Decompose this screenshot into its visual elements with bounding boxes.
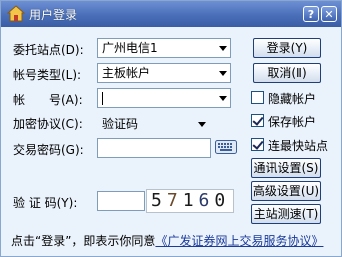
keyboard-icon[interactable] xyxy=(215,139,237,155)
cancel-button[interactable]: 取消(Ⅱ) xyxy=(253,63,321,83)
encryption-label: 加密协议(C): xyxy=(13,117,83,131)
login-button[interactable]: 登录(Y) xyxy=(253,38,321,58)
captcha-input[interactable] xyxy=(97,191,145,211)
comm-settings-button[interactable]: 通讯设置(S) xyxy=(251,158,321,178)
captcha-digit: 7 xyxy=(166,190,183,211)
title-bar[interactable]: 用户登录 ? ✕ xyxy=(1,1,341,27)
captcha-digit: 1 xyxy=(182,190,199,211)
site-value: 广州电信1 xyxy=(102,41,158,55)
save-account-label[interactable]: 保存帐户 xyxy=(268,113,316,130)
account-input[interactable] xyxy=(97,88,231,108)
text-caret xyxy=(102,92,103,105)
save-account-checkbox[interactable] xyxy=(251,114,264,127)
account-label: 帐 号(A): xyxy=(13,93,83,107)
hide-account-checkbox[interactable] xyxy=(251,91,264,104)
captcha-image[interactable]: 57160 xyxy=(146,189,234,213)
help-button[interactable]: ? xyxy=(303,6,319,22)
window-title: 用户登录 xyxy=(29,8,78,22)
advanced-settings-button[interactable]: 高级设置(U) xyxy=(251,181,321,201)
site-label: 委托站点(D): xyxy=(13,43,84,57)
agreement-notice: 点击“登录”，即表示你同意《广发证券网上交易服务协议》 xyxy=(11,232,323,249)
password-label: 交易密码(G): xyxy=(13,143,84,157)
fastest-site-label[interactable]: 连最快站点 xyxy=(268,137,328,154)
chevron-down-icon xyxy=(219,96,227,101)
captcha-digit: 0 xyxy=(214,190,231,211)
close-button[interactable]: ✕ xyxy=(321,6,337,22)
fastest-site-checkbox[interactable] xyxy=(251,138,264,151)
captcha-digit: 5 xyxy=(151,190,167,211)
login-window: 用户登录 ? ✕ 委托站点(D): 广州电信1 帐号类型(L): 主板帐户 帐 … xyxy=(0,0,342,257)
account-type-value: 主板帐户 xyxy=(102,66,151,80)
account-type-select[interactable]: 主板帐户 xyxy=(97,63,231,83)
captcha-digit: 6 xyxy=(198,190,215,211)
agreement-prefix: 点击“登录”，即表示你同意 xyxy=(11,234,156,248)
password-input[interactable] xyxy=(97,138,211,158)
captcha-label: 验 证 码(Y): xyxy=(13,196,78,210)
chevron-down-icon xyxy=(219,46,227,51)
site-select[interactable]: 广州电信1 xyxy=(97,38,231,58)
chevron-down-icon[interactable] xyxy=(198,122,206,127)
agreement-link[interactable]: 《广发证券网上交易服务协议》 xyxy=(155,234,323,248)
site-speed-test-button[interactable]: 主站测速(T) xyxy=(251,204,321,224)
hide-account-label[interactable]: 隐藏帐户 xyxy=(268,90,316,107)
account-type-label: 帐号类型(L): xyxy=(13,68,82,82)
encryption-select[interactable]: 验证码 xyxy=(102,115,138,132)
house-icon xyxy=(7,5,25,22)
chevron-down-icon xyxy=(219,71,227,76)
